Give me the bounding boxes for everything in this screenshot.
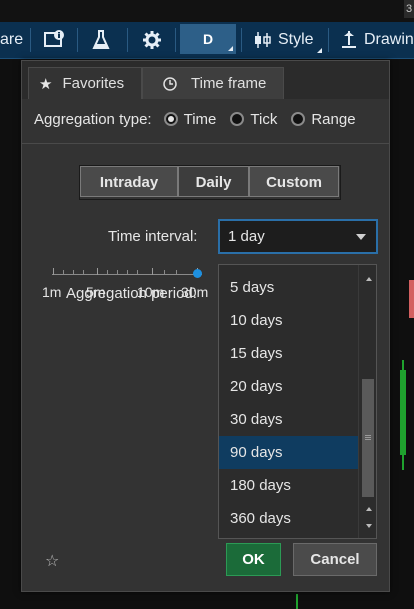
info-panel-icon: [44, 30, 64, 47]
toolbar-divider: [77, 28, 78, 52]
dropdown-option-5-days[interactable]: 5 days: [219, 271, 359, 304]
dropdown-option-30-days[interactable]: 30 days: [219, 403, 359, 436]
toolbar-divider: [127, 28, 128, 52]
chart-toolbar: are D Style Drawin: [0, 22, 414, 59]
grip-line: [365, 439, 371, 440]
slider-label-1m: 1m: [42, 284, 62, 300]
candlestick-icon: [255, 32, 271, 48]
time-interval-dropdown-list[interactable]: 5 days 10 days 15 days 20 days 30 days 9…: [218, 264, 377, 539]
slider-tick: [176, 270, 177, 275]
chart-candle-wick: [402, 360, 404, 470]
slider-tick: [83, 270, 84, 275]
slider-tick: [97, 268, 98, 275]
time-interval-label: Time interval:: [108, 228, 198, 245]
slider-tick: [152, 268, 153, 275]
gear-icon: [143, 31, 161, 49]
style-label: Style: [278, 31, 314, 48]
radio-time[interactable]: [163, 112, 178, 126]
toolbar-divider: [328, 28, 329, 52]
scroll-down-arrow-icon[interactable]: [366, 524, 372, 528]
slider-label-5m: 5m: [86, 284, 106, 300]
slider-tick: [164, 270, 165, 275]
radio-time-label[interactable]: Time: [184, 111, 217, 128]
segment-daily[interactable]: Daily: [178, 166, 249, 197]
dropdown-corner-icon: [317, 48, 322, 53]
dropdown-option-10-days[interactable]: 10 days: [219, 304, 359, 337]
flask-icon: [92, 30, 110, 49]
slider-label-10m: 10m: [137, 284, 165, 300]
dropdown-option-180-days[interactable]: 180 days: [219, 469, 359, 502]
slider-tick: [127, 270, 128, 275]
dropdown-scrollbar[interactable]: [358, 265, 376, 538]
time-interval-select[interactable]: 1 day: [218, 219, 378, 254]
ok-button[interactable]: OK: [226, 543, 281, 576]
add-favorite-star-icon[interactable]: ☆: [45, 551, 59, 571]
dropdown-option-90-days[interactable]: 90 days: [219, 436, 359, 469]
info-panel-button[interactable]: [43, 22, 65, 58]
slider-label-30m: 30m: [181, 284, 209, 300]
segment-intraday[interactable]: Intraday: [80, 166, 178, 197]
time-interval-value: 1 day: [228, 228, 265, 245]
dropdown-option-20-days[interactable]: 20 days: [219, 370, 359, 403]
radio-range-label[interactable]: Range: [311, 111, 355, 128]
dropdown-option-360-days[interactable]: 360 days: [219, 502, 359, 535]
scroll-up-arrow-icon[interactable]: [366, 277, 372, 281]
share-button[interactable]: are: [0, 22, 23, 58]
chevron-down-icon: [356, 234, 366, 240]
slider-tick: [53, 268, 54, 275]
aggregation-type-row: Aggregation type: Time Tick Range: [34, 109, 356, 129]
aggregation-type-label: Aggregation type:: [34, 110, 152, 128]
slider-tick: [117, 270, 118, 275]
segment-custom[interactable]: Custom: [249, 166, 339, 197]
radio-tick[interactable]: [230, 112, 245, 126]
window-top-strip: 3: [0, 0, 414, 22]
aggregation-period-slider-handle[interactable]: [193, 269, 202, 278]
toolbar-divider: [30, 28, 31, 52]
studies-button[interactable]: [91, 22, 111, 58]
section-divider: [22, 143, 389, 144]
slider-tick: [73, 270, 74, 275]
star-icon: ★: [39, 75, 53, 93]
cancel-button[interactable]: Cancel: [293, 543, 377, 576]
clock-icon: [163, 76, 177, 91]
scroll-up-arrow-icon[interactable]: [366, 507, 372, 511]
share-label: are: [0, 31, 24, 48]
radio-range[interactable]: [291, 112, 306, 126]
dialog-tab-bar: ★ Favorites Time frame: [22, 61, 389, 99]
tab-time-frame[interactable]: Time frame: [142, 67, 284, 99]
slider-tick: [107, 270, 108, 275]
pencil-icon: [342, 31, 356, 48]
dropdown-option-15-days[interactable]: 15 days: [219, 337, 359, 370]
corner-indicator: 3: [404, 0, 414, 18]
toolbar-divider: [241, 28, 242, 52]
drawings-button[interactable]: Drawin: [340, 22, 414, 58]
tab-favorites[interactable]: ★ Favorites: [28, 67, 142, 99]
scrollbar-thumb[interactable]: [362, 379, 374, 497]
timeframe-label: D: [202, 31, 214, 47]
slider-tick: [137, 270, 138, 275]
style-button[interactable]: Style: [252, 22, 314, 58]
tab-time-frame-label: Time frame: [191, 75, 267, 92]
tab-favorites-label: Favorites: [62, 75, 125, 92]
radio-tick-label[interactable]: Tick: [250, 111, 277, 128]
grip-line: [365, 437, 371, 438]
timeframe-button[interactable]: D: [180, 24, 236, 54]
toolbar-divider: [175, 28, 176, 52]
drawings-label: Drawin: [364, 31, 414, 48]
chart-candle-wick: [296, 594, 298, 609]
slider-tick: [63, 270, 64, 275]
grip-line: [365, 435, 371, 436]
chart-price-marker: [409, 280, 414, 318]
dropdown-corner-icon: [228, 46, 233, 51]
settings-button[interactable]: [142, 22, 162, 58]
